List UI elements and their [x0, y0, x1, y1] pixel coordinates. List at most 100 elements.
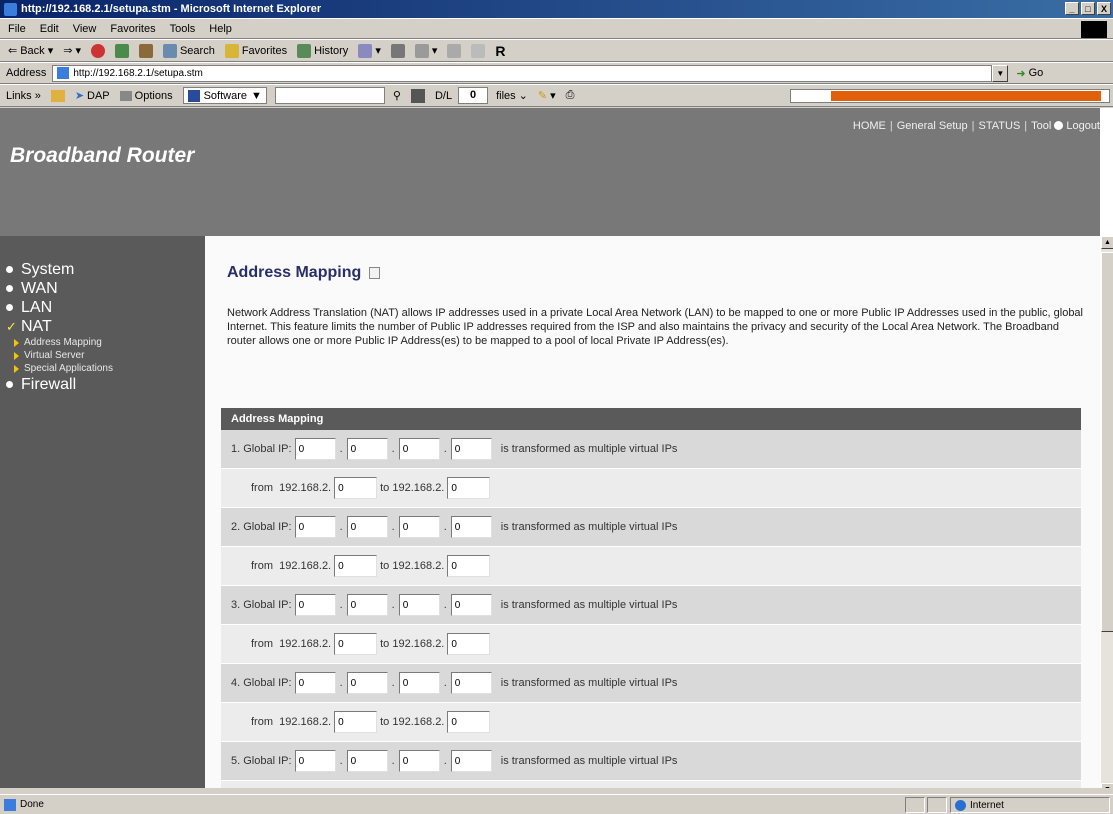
dap-button[interactable]: ➤ DAP: [75, 89, 110, 103]
sidebar-subitem-special-applications[interactable]: Special Applications: [0, 362, 205, 375]
global-ip-octet-4[interactable]: [450, 438, 492, 460]
from-ip-input[interactable]: [334, 633, 378, 655]
arrow-right-icon: [14, 351, 19, 360]
sidebar-item-wan[interactable]: WAN: [0, 279, 205, 298]
highlight-button[interactable]: ✎ ▾: [538, 89, 556, 102]
global-ip-octet-3[interactable]: [398, 750, 440, 772]
refresh-button[interactable]: [114, 43, 129, 58]
global-ip-octet-2[interactable]: [346, 672, 388, 694]
back-button[interactable]: ⇐ Back ▾: [8, 44, 53, 58]
sidebar-item-firewall[interactable]: Firewall: [0, 375, 205, 394]
status-text: Done: [20, 799, 44, 810]
global-ip-octet-4[interactable]: [450, 672, 492, 694]
nav-general-setup[interactable]: General Setup: [897, 120, 968, 132]
global-ip-octet-3[interactable]: [398, 672, 440, 694]
go-button[interactable]: ➜ Go: [1016, 67, 1043, 80]
global-ip-octet-1[interactable]: [294, 672, 336, 694]
nav-tool[interactable]: Tool: [1031, 120, 1051, 132]
research-button[interactable]: R: [495, 43, 505, 59]
toolbar-search-button[interactable]: ⚲: [393, 89, 401, 102]
menu-tools[interactable]: Tools: [170, 23, 196, 35]
menu-edit[interactable]: Edit: [40, 23, 59, 35]
files-button[interactable]: files ⌄: [496, 89, 528, 103]
global-ip-octet-1[interactable]: [294, 438, 336, 460]
stop-button[interactable]: [90, 43, 105, 58]
from-ip-input[interactable]: [334, 711, 378, 733]
go-arrow-icon: ➜: [1016, 67, 1026, 80]
links-button[interactable]: Links»: [6, 90, 41, 102]
address-url: http://192.168.2.1/setupa.stm: [73, 67, 203, 79]
to-ip-input[interactable]: [447, 477, 491, 499]
global-ip-row: 2. Global IP: . . . is transformed as mu…: [221, 508, 1081, 547]
menu-help[interactable]: Help: [209, 23, 232, 35]
address-input[interactable]: http://192.168.2.1/setupa.stm: [52, 64, 993, 82]
global-ip-octet-3[interactable]: [398, 516, 440, 538]
nav-status[interactable]: STATUS: [979, 120, 1021, 132]
mail-button[interactable]: ▾: [358, 43, 381, 58]
menu-favorites[interactable]: Favorites: [110, 23, 155, 35]
menu-bar: File Edit View Favorites Tools Help: [0, 18, 1113, 39]
router-header: Broadband Router HOME | General Setup | STAT…: [0, 108, 1100, 236]
global-ip-octet-2[interactable]: [346, 750, 388, 772]
main-content: Address Mapping Network Address Translat…: [205, 236, 1100, 788]
web-page: Broadband Router HOME | General Setup | STAT…: [0, 108, 1113, 788]
scroll-down-icon[interactable]: ▼: [1101, 783, 1113, 788]
history-button[interactable]: History: [297, 43, 348, 58]
global-ip-octet-4[interactable]: [450, 750, 492, 772]
sidebar-item-lan[interactable]: LAN: [0, 298, 205, 317]
from-ip-input[interactable]: [334, 477, 378, 499]
sidebar-item-nat[interactable]: ✓ NAT: [0, 317, 205, 336]
folder-button[interactable]: [50, 89, 65, 102]
minimize-button[interactable]: _: [1065, 2, 1079, 15]
global-ip-octet-2[interactable]: [346, 438, 388, 460]
sidebar-subitem-address-mapping[interactable]: Address Mapping: [0, 336, 205, 349]
standard-toolbar: ⇐ Back ▾ ⇒ ▾ Search Favorites History ▾ ▾ R: [0, 39, 1113, 62]
sidebar-subitem-virtual-server[interactable]: Virtual Server: [0, 349, 205, 362]
forward-button[interactable]: ⇒ ▾: [63, 44, 81, 57]
global-ip-octet-2[interactable]: [346, 516, 388, 538]
lightning-icon: [471, 43, 486, 58]
print-button[interactable]: [390, 43, 405, 58]
global-ip-octet-1[interactable]: [294, 750, 336, 772]
to-ip-input[interactable]: [447, 633, 491, 655]
address-dropdown-button[interactable]: ▼: [992, 64, 1009, 82]
scroll-up-icon[interactable]: ▲: [1101, 236, 1113, 249]
global-ip-octet-4[interactable]: [450, 516, 492, 538]
favorites-button[interactable]: Favorites: [224, 43, 287, 58]
sidebar-item-system[interactable]: System: [0, 260, 205, 279]
nav-home[interactable]: HOME: [853, 120, 886, 132]
edit-button[interactable]: ▾: [414, 43, 437, 58]
home-button[interactable]: [138, 43, 153, 58]
scrollbar-thumb[interactable]: [1101, 252, 1113, 632]
progress-fill: [831, 91, 1101, 101]
search-button[interactable]: Search: [162, 43, 215, 58]
to-ip-input[interactable]: [447, 711, 491, 733]
from-ip-input[interactable]: [334, 555, 378, 577]
options-button[interactable]: Options: [119, 90, 173, 102]
vertical-scrollbar[interactable]: ▲ ▼: [1100, 236, 1113, 788]
menu-file[interactable]: File: [8, 23, 26, 35]
global-ip-octet-2[interactable]: [346, 594, 388, 616]
global-ip-row: 1. Global IP: . . . is transformed as mu…: [221, 430, 1081, 469]
logout-icon: [1054, 121, 1064, 130]
maximize-button[interactable]: □: [1081, 2, 1095, 15]
global-ip-octet-4[interactable]: [450, 594, 492, 616]
to-ip-input[interactable]: [447, 555, 491, 577]
grid-button[interactable]: [410, 88, 425, 103]
global-ip-octet-3[interactable]: [398, 594, 440, 616]
toolbar-search-input[interactable]: [274, 87, 385, 104]
global-ip-octet-1[interactable]: [294, 594, 336, 616]
close-button[interactable]: X: [1097, 2, 1111, 15]
menu-view[interactable]: View: [73, 23, 97, 35]
discuss-icon: [447, 43, 462, 58]
address-label: Address: [6, 67, 47, 79]
global-ip-octet-3[interactable]: [398, 438, 440, 460]
arrow-right-icon: [14, 338, 19, 347]
print-links-button[interactable]: ⎙: [566, 89, 575, 102]
help-icon[interactable]: [369, 267, 381, 279]
software-select[interactable]: Software ▼: [182, 87, 267, 104]
global-ip-octet-1[interactable]: [294, 516, 336, 538]
nav-logout[interactable]: Logout: [1066, 120, 1100, 132]
messenger-button[interactable]: [471, 43, 486, 58]
discuss-button[interactable]: [447, 43, 462, 58]
